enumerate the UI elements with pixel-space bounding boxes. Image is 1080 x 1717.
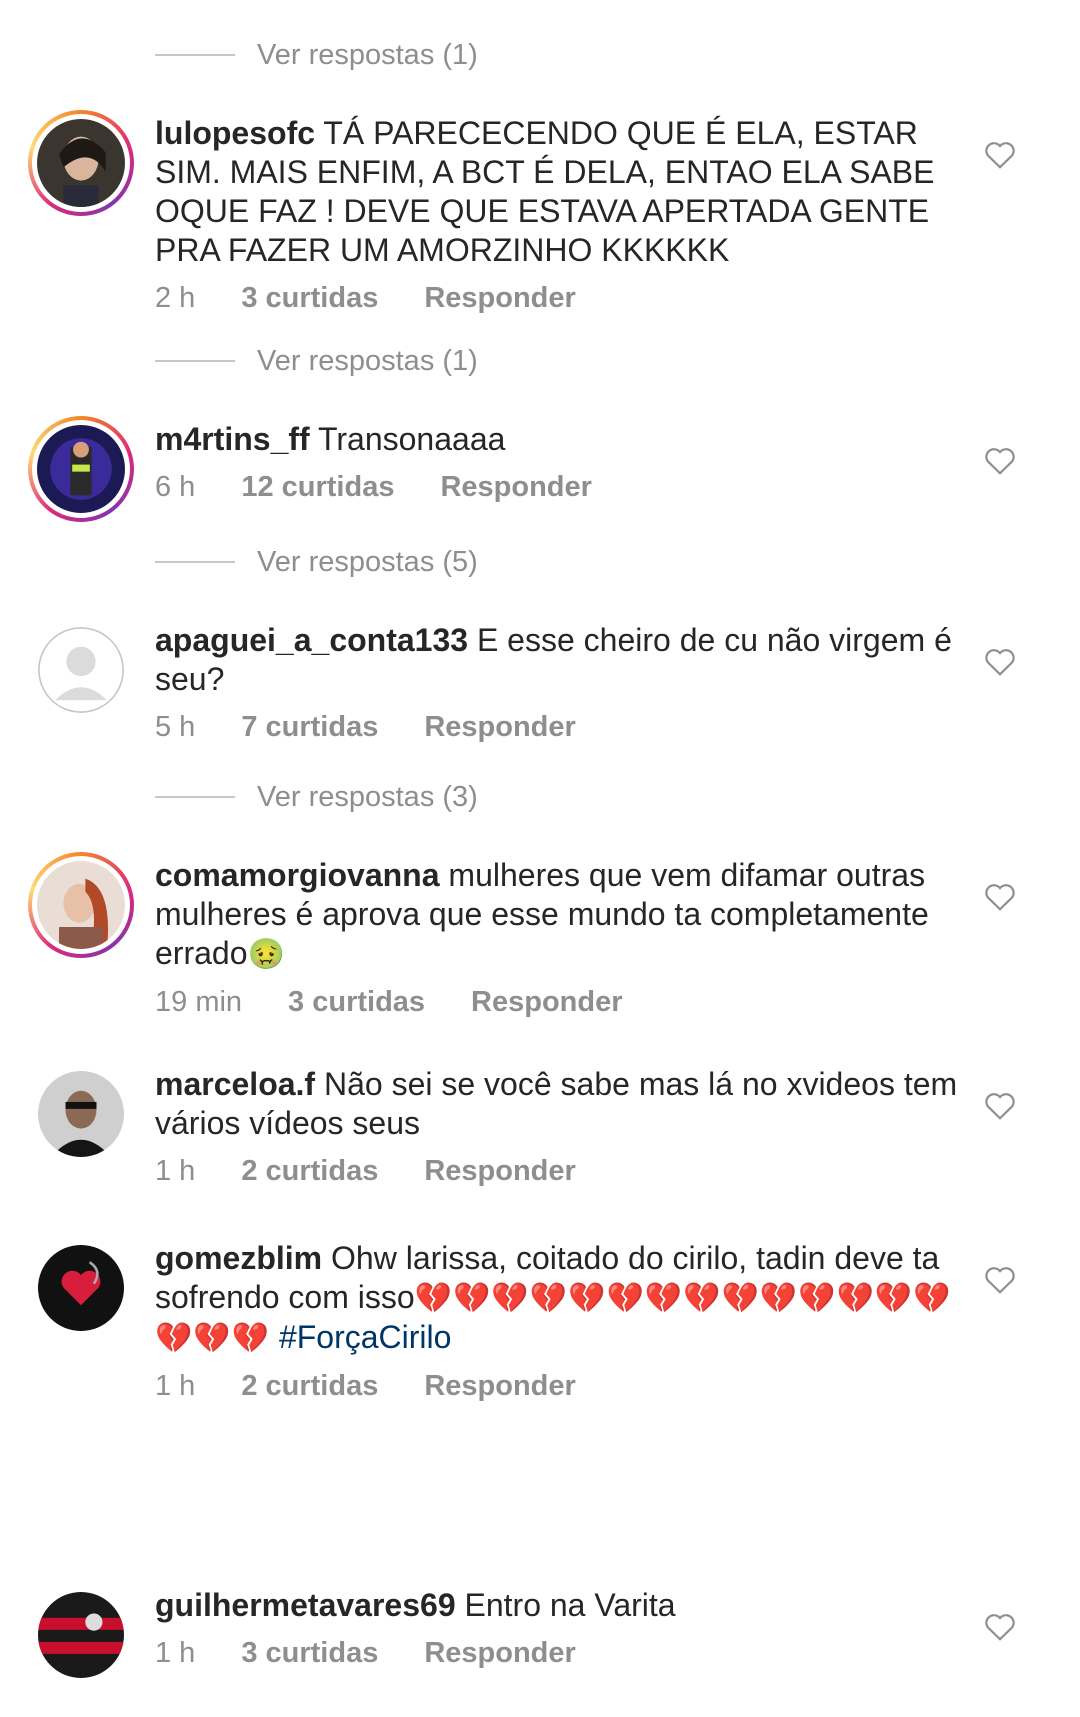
divider-line [155,561,235,563]
avatar-photo [38,1592,124,1678]
avatar[interactable] [28,617,134,723]
comment-meta: 2 h 3 curtidas Responder [155,282,975,315]
comment-meta: 5 h 7 curtidas Responder [155,711,975,744]
divider-line [155,54,235,56]
view-replies-link[interactable]: Ver respostas (1) [257,39,478,72]
nauseated-emoji: 🤢 [247,937,286,972]
avatar[interactable] [28,416,134,522]
avatar[interactable] [28,1235,134,1341]
likes-count[interactable]: 3 curtidas [241,282,378,315]
heart-icon[interactable] [983,1265,1017,1295]
heart-icon[interactable] [983,140,1017,170]
likes-count[interactable]: 7 curtidas [241,711,378,744]
heart-icon[interactable] [983,1091,1017,1121]
comment-meta: 6 h 12 curtidas Responder [155,471,975,504]
reply-button[interactable]: Responder [424,1370,575,1403]
heart-icon[interactable] [983,446,1017,476]
default-avatar-icon [38,627,124,713]
likes-count[interactable]: 3 curtidas [288,986,425,1019]
reply-button[interactable]: Responder [440,471,591,504]
username[interactable]: marceloa.f [155,1066,315,1102]
timestamp: 5 h [155,711,196,743]
username[interactable]: apaguei_a_conta133 [155,622,468,658]
avatar-photo [38,1245,124,1331]
comment-text: marceloa.f Não sei se você sabe mas lá n… [155,1065,975,1143]
likes-count[interactable]: 2 curtidas [241,1370,378,1403]
avatar[interactable] [28,1061,134,1167]
likes-count[interactable]: 3 curtidas [241,1637,378,1670]
avatar[interactable] [28,852,134,958]
timestamp: 19 min [155,986,243,1018]
comment-text: comamorgiovanna mulheres que vem difamar… [155,856,975,974]
view-replies-link[interactable]: Ver respostas (5) [257,546,478,579]
comment-body: lulopesofc TÁ PARECECENDO QUE É ELA, EST… [155,114,975,315]
view-replies-row[interactable]: Ver respostas (5) [155,542,478,582]
timestamp: 2 h [155,282,196,314]
heart-icon[interactable] [983,647,1017,677]
reply-button[interactable]: Responder [424,1637,575,1670]
timestamp: 1 h [155,1155,196,1187]
comment-meta: 19 min 3 curtidas Responder [155,986,975,1019]
reply-button[interactable]: Responder [471,986,622,1019]
comment-body: apaguei_a_conta133 E esse cheiro de cu n… [155,621,975,744]
avatar-photo [37,425,125,513]
comment-text: m4rtins_ff Transonaaaa [155,420,975,459]
username[interactable]: m4rtins_ff [155,421,310,457]
view-replies-link[interactable]: Ver respostas (1) [257,345,478,378]
username[interactable]: comamorgiovanna [155,857,440,893]
comment-body: comamorgiovanna mulheres que vem difamar… [155,856,975,1019]
username[interactable]: guilhermetavares69 [155,1587,456,1623]
comment-body: marceloa.f Não sei se você sabe mas lá n… [155,1065,975,1188]
timestamp: 1 h [155,1370,196,1402]
view-replies-row[interactable]: Ver respostas (3) [155,777,478,817]
view-replies-row[interactable]: Ver respostas (1) [155,35,478,75]
avatar-photo [37,861,125,949]
avatar[interactable] [28,1582,134,1688]
timestamp: 6 h [155,471,196,503]
username[interactable]: lulopesofc [155,115,315,151]
heart-icon[interactable] [983,1612,1017,1642]
comment-body: m4rtins_ff Transonaaaa 6 h 12 curtidas R… [155,420,975,504]
comment-text: gomezblim Ohw larissa, coitado do cirilo… [155,1239,975,1358]
comment-body: guilhermetavares69 Entro na Varita 1 h 3… [155,1586,975,1670]
reply-button[interactable]: Responder [424,1155,575,1188]
timestamp: 1 h [155,1637,196,1669]
likes-count[interactable]: 2 curtidas [241,1155,378,1188]
comment-text: apaguei_a_conta133 E esse cheiro de cu n… [155,621,975,699]
reply-button[interactable]: Responder [424,711,575,744]
view-replies-row[interactable]: Ver respostas (1) [155,341,478,381]
divider-line [155,796,235,798]
avatar[interactable] [28,110,134,216]
likes-count[interactable]: 12 curtidas [241,471,394,504]
username[interactable]: gomezblim [155,1240,322,1276]
avatar-photo [38,1071,124,1157]
comment-meta: 1 h 3 curtidas Responder [155,1637,975,1670]
comment-text: guilhermetavares69 Entro na Varita [155,1586,975,1625]
comment-meta: 1 h 2 curtidas Responder [155,1155,975,1188]
comment-text: lulopesofc TÁ PARECECENDO QUE É ELA, EST… [155,114,975,270]
comment-meta: 1 h 2 curtidas Responder [155,1370,975,1403]
reply-button[interactable]: Responder [424,282,575,315]
divider-line [155,360,235,362]
comment-content: Entro na Varita [464,1587,676,1623]
hashtag-link[interactable]: #ForçaCirilo [279,1319,451,1355]
view-replies-link[interactable]: Ver respostas (3) [257,781,478,814]
avatar-photo [37,119,125,207]
comment-body: gomezblim Ohw larissa, coitado do cirilo… [155,1239,975,1403]
heart-icon[interactable] [983,882,1017,912]
comment-content: Transonaaaa [318,421,506,457]
